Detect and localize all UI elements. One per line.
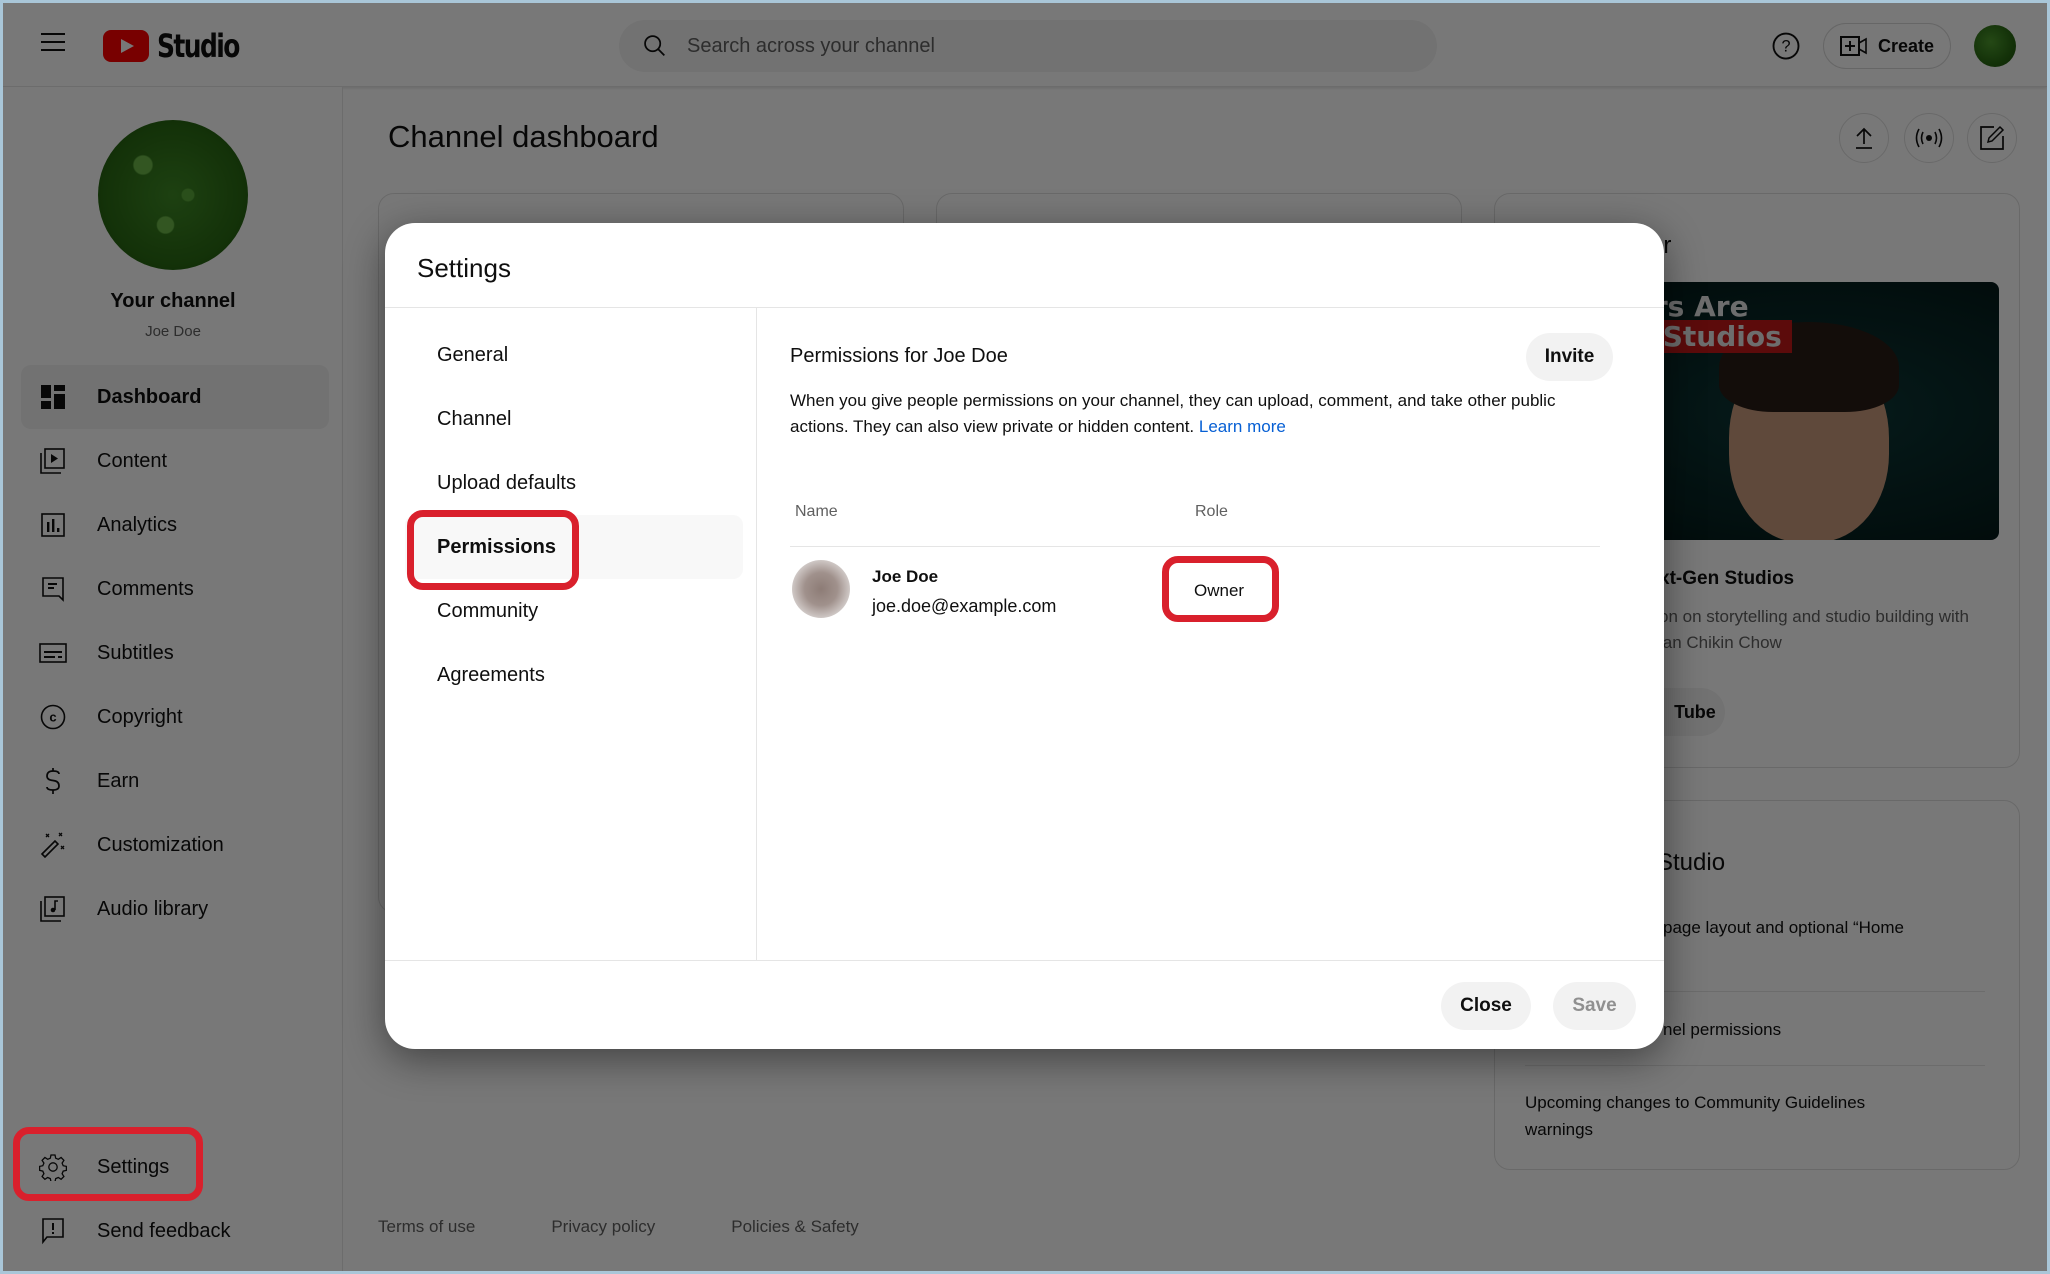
- permissions-title: Permissions for Joe Doe: [790, 345, 1008, 367]
- learn-more-link[interactable]: Learn more: [1199, 417, 1286, 436]
- close-button[interactable]: Close: [1441, 982, 1531, 1030]
- invite-button[interactable]: Invite: [1526, 333, 1613, 381]
- save-button[interactable]: Save: [1553, 982, 1636, 1030]
- column-header-role: Role: [1195, 503, 1228, 520]
- divider: [756, 308, 757, 960]
- user-name: Joe Doe: [872, 567, 939, 586]
- user-avatar: [792, 560, 850, 618]
- divider: [385, 960, 1664, 961]
- divider: [385, 307, 1664, 308]
- permissions-description: When you give people permissions on your…: [790, 388, 1570, 440]
- settings-tab-community[interactable]: Community: [405, 579, 743, 643]
- youtube-studio-page: Studio ? Create Your channel Joe Doe Das…: [3, 3, 2047, 1271]
- user-role: Owner: [1194, 581, 1245, 600]
- settings-tab-upload-defaults[interactable]: Upload defaults: [405, 451, 743, 515]
- dialog-title: Settings: [417, 253, 511, 283]
- settings-dialog: Settings General Channel Upload defaults…: [385, 223, 1664, 1049]
- settings-tab-general[interactable]: General: [405, 323, 743, 387]
- settings-tab-channel[interactable]: Channel: [405, 387, 743, 451]
- settings-nav: General Channel Upload defaults Permissi…: [405, 323, 743, 707]
- description-text: When you give people permissions on your…: [790, 391, 1556, 436]
- settings-tab-agreements[interactable]: Agreements: [405, 643, 743, 707]
- settings-tab-permissions[interactable]: Permissions: [405, 515, 743, 579]
- column-header-name: Name: [795, 503, 838, 520]
- table-divider: [790, 546, 1600, 547]
- user-email: joe.doe@example.com: [872, 596, 1057, 616]
